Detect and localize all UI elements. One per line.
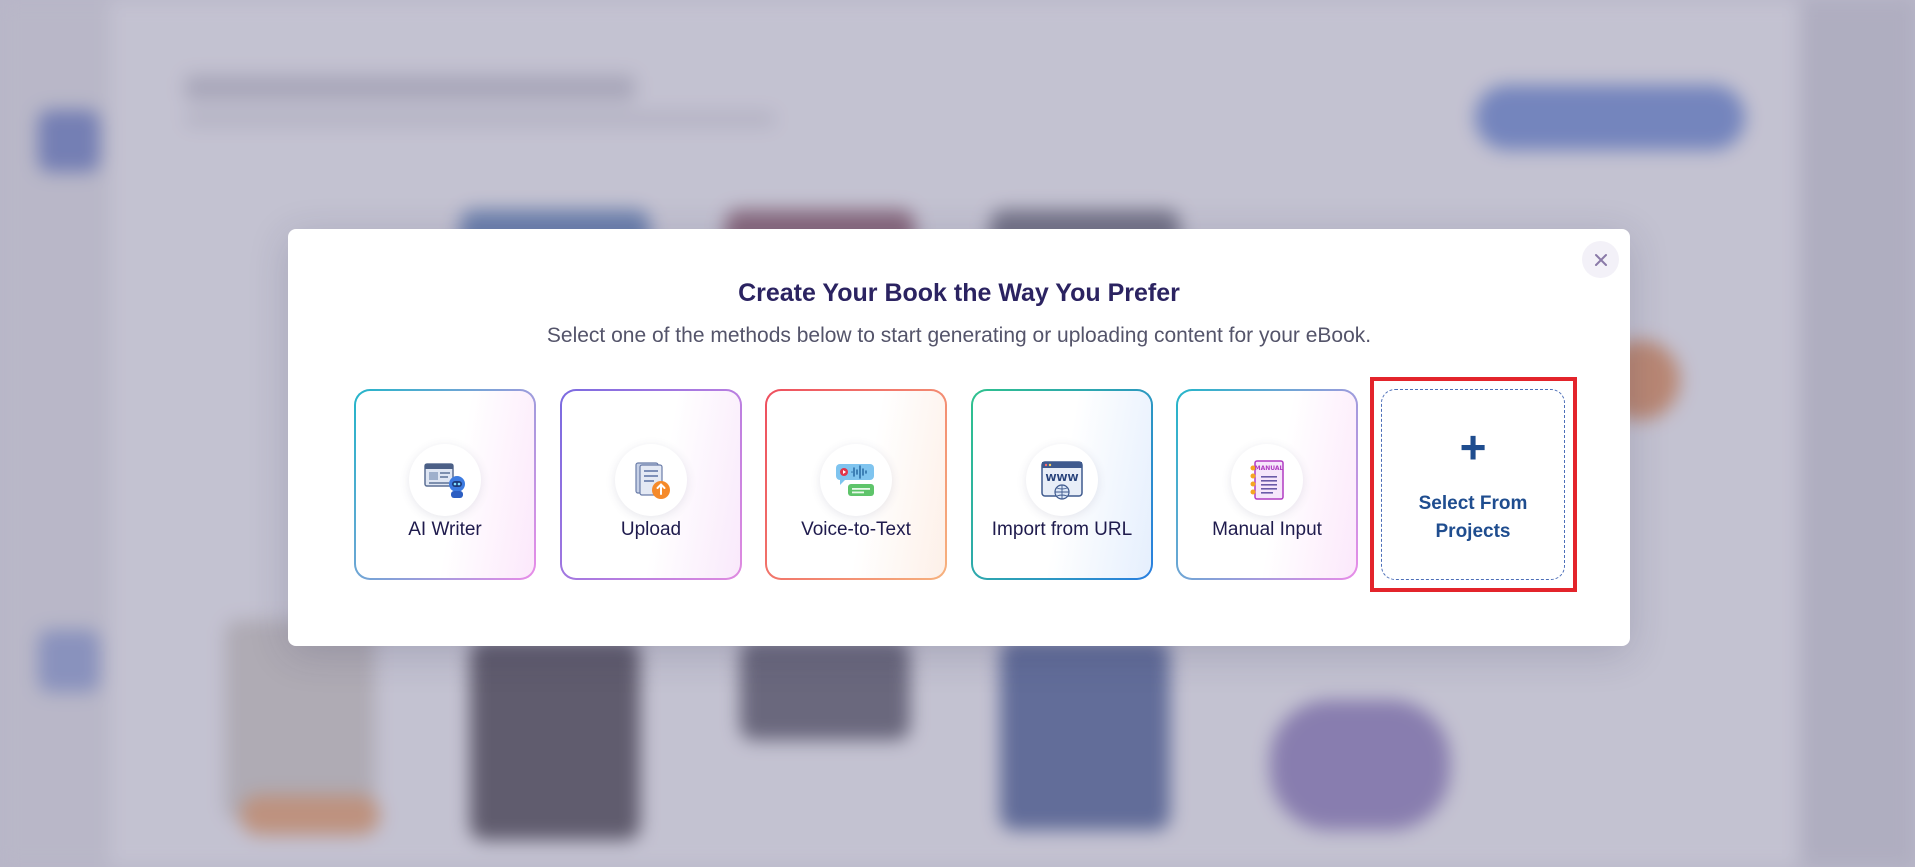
option-manual-input[interactable]: MANUAL Manual Input bbox=[1176, 389, 1358, 580]
manual-notebook-icon: MANUAL bbox=[1231, 444, 1303, 516]
plus-icon: + bbox=[1459, 421, 1487, 473]
close-icon bbox=[1594, 253, 1607, 266]
create-book-modal: Create Your Book the Way You Prefer Sele… bbox=[288, 229, 1630, 646]
option-import-from-url[interactable]: WWW Import from URL bbox=[971, 389, 1153, 580]
option-voice-to-text[interactable]: Voice-to-Text bbox=[765, 389, 947, 580]
voice-chat-icon bbox=[820, 444, 892, 516]
option-label: Select From Projects bbox=[1418, 493, 1528, 542]
modal-title: Create Your Book the Way You Prefer bbox=[738, 279, 1180, 307]
ai-writer-icon bbox=[409, 444, 481, 516]
option-upload[interactable]: Upload bbox=[560, 389, 742, 580]
option-label: Voice-to-Text bbox=[801, 519, 911, 540]
svg-text:MANUAL: MANUAL bbox=[1255, 465, 1284, 472]
option-select-from-projects[interactable]: + Select From Projects bbox=[1381, 389, 1565, 580]
option-label: Manual Input bbox=[1212, 519, 1322, 540]
option-ai-writer[interactable]: AI Writer bbox=[354, 389, 536, 580]
svg-text:WWW: WWW bbox=[1045, 473, 1078, 484]
modal-subtitle: Select one of the methods below to start… bbox=[546, 324, 1372, 347]
option-label: Upload bbox=[620, 519, 682, 540]
option-label: Import from URL bbox=[991, 519, 1133, 540]
www-globe-icon: WWW bbox=[1026, 444, 1098, 516]
document-upload-icon bbox=[615, 444, 687, 516]
close-button[interactable] bbox=[1582, 241, 1619, 278]
option-label: AI Writer bbox=[408, 519, 482, 540]
